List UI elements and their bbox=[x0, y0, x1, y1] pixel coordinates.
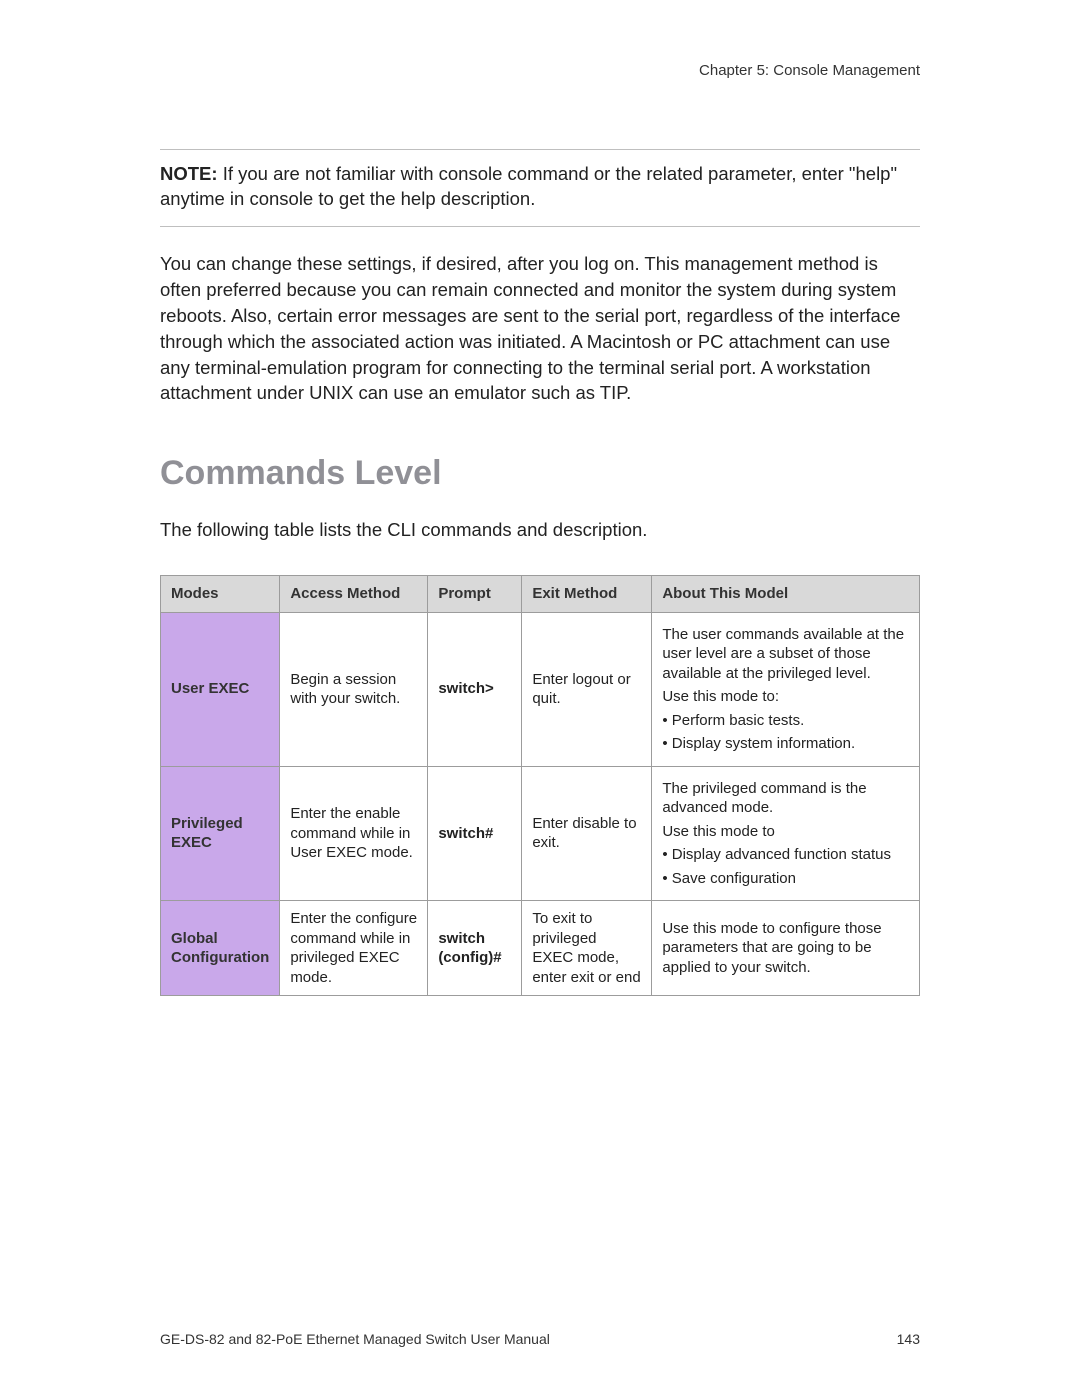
cell-access: Enter the configure command while in pri… bbox=[280, 901, 428, 996]
page-footer: GE-DS-82 and 82-PoE Ethernet Managed Swi… bbox=[160, 1331, 920, 1347]
document-page: Chapter 5: Console Management NOTE: If y… bbox=[0, 0, 1080, 1397]
footer-title: GE-DS-82 and 82-PoE Ethernet Managed Swi… bbox=[160, 1331, 550, 1347]
cell-prompt: switch> bbox=[428, 612, 522, 766]
cell-mode: User EXEC bbox=[161, 612, 280, 766]
about-bullet: • Perform basic tests. bbox=[662, 711, 909, 731]
col-prompt: Prompt bbox=[428, 576, 522, 613]
table-header-row: Modes Access Method Prompt Exit Method A… bbox=[161, 576, 920, 613]
cell-about: Use this mode to configure those paramet… bbox=[652, 901, 920, 996]
cell-prompt: switch (config)# bbox=[428, 901, 522, 996]
cell-about: The user commands available at the user … bbox=[652, 612, 920, 766]
about-bullet: • Display system information. bbox=[662, 734, 909, 754]
col-access: Access Method bbox=[280, 576, 428, 613]
about-text: The privileged command is the advanced m… bbox=[662, 779, 909, 818]
table-row: Privileged EXEC Enter the enable command… bbox=[161, 766, 920, 901]
section-heading: Commands Level bbox=[160, 454, 920, 493]
intro-paragraph: You can change these settings, if desire… bbox=[160, 251, 920, 406]
cell-exit: To exit to privileged EXEC mode, enter e… bbox=[522, 901, 652, 996]
about-text: Use this mode to configure those paramet… bbox=[662, 919, 909, 978]
cell-mode: Privileged EXEC bbox=[161, 766, 280, 901]
about-bullet: • Display advanced function status bbox=[662, 845, 909, 865]
chapter-header: Chapter 5: Console Management bbox=[160, 62, 920, 79]
about-text: The user commands available at the user … bbox=[662, 625, 909, 684]
note-box: NOTE: If you are not familiar with conso… bbox=[160, 149, 920, 227]
cell-exit: Enter disable to exit. bbox=[522, 766, 652, 901]
cell-prompt: switch# bbox=[428, 766, 522, 901]
note-text: If you are not familiar with console com… bbox=[160, 163, 897, 209]
col-about: About This Model bbox=[652, 576, 920, 613]
cell-access: Enter the enable command while in User E… bbox=[280, 766, 428, 901]
col-modes: Modes bbox=[161, 576, 280, 613]
col-exit: Exit Method bbox=[522, 576, 652, 613]
cell-about: The privileged command is the advanced m… bbox=[652, 766, 920, 901]
about-text: Use this mode to bbox=[662, 822, 909, 842]
cli-commands-table: Modes Access Method Prompt Exit Method A… bbox=[160, 575, 920, 996]
table-row: User EXEC Begin a session with your swit… bbox=[161, 612, 920, 766]
about-bullet: • Save configuration bbox=[662, 869, 909, 889]
cell-mode: Global Configuration bbox=[161, 901, 280, 996]
table-row: Global Configuration Enter the configure… bbox=[161, 901, 920, 996]
note-label: NOTE: bbox=[160, 163, 218, 184]
cell-access: Begin a session with your switch. bbox=[280, 612, 428, 766]
cell-exit: Enter logout or quit. bbox=[522, 612, 652, 766]
table-intro: The following table lists the CLI comman… bbox=[160, 517, 920, 543]
page-number: 143 bbox=[897, 1331, 920, 1347]
about-text: Use this mode to: bbox=[662, 687, 909, 707]
